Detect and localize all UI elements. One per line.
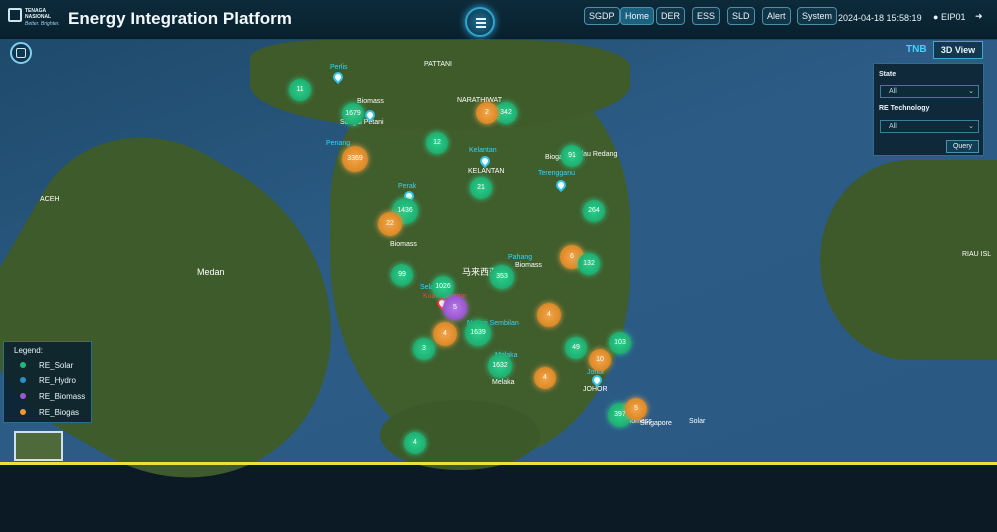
nav-alert[interactable]: Alert xyxy=(762,7,791,25)
user-icon: ● xyxy=(933,12,939,22)
cluster-marker[interactable]: 1639 xyxy=(465,320,491,346)
site-label-biomass-2: Biomass xyxy=(390,241,417,248)
logo-tagline: Better. Brighter. xyxy=(25,21,60,27)
cluster-marker[interactable]: 353 xyxy=(490,265,514,289)
cluster-marker[interactable]: 5 xyxy=(443,296,467,320)
site-label-biomass-3: Biomass xyxy=(515,262,542,269)
cluster-marker[interactable]: 1632 xyxy=(488,354,512,378)
layers-icon xyxy=(16,48,26,58)
user-menu[interactable]: ● EIP01 xyxy=(933,12,965,22)
cluster-marker[interactable]: 11 xyxy=(289,79,311,101)
cluster-marker[interactable]: 99 xyxy=(391,264,413,286)
cluster-marker[interactable]: 1026 xyxy=(432,276,454,298)
legend-swatch xyxy=(20,362,26,368)
site-label-kelantan: Kelantan xyxy=(469,147,497,154)
map-legend: Legend: RE_Solar RE_Hydro RE_Biomass RE_… xyxy=(3,341,92,423)
re-technology-select[interactable]: All ⌄ xyxy=(880,120,979,133)
query-button[interactable]: Query xyxy=(946,140,979,153)
app-title: Energy Integration Platform xyxy=(68,9,292,28)
re-technology-label: RE Technology xyxy=(879,105,930,112)
cluster-marker[interactable]: 22 xyxy=(378,212,402,236)
legend-swatch xyxy=(20,409,26,415)
re-technology-select-value: All xyxy=(889,123,897,130)
map-label-medan: Medan xyxy=(197,267,225,277)
map-label-johor: JOHOR xyxy=(583,386,608,393)
cluster-marker[interactable]: 49 xyxy=(565,337,587,359)
legend-label: RE_Biomass xyxy=(39,392,86,401)
site-label-pahang: Pahang xyxy=(508,254,533,261)
cluster-marker[interactable]: 4 xyxy=(537,303,561,327)
map-label-pattani: PATTANI xyxy=(424,61,452,68)
legend-title: Legend: xyxy=(14,346,43,355)
nav-system[interactable]: System xyxy=(797,7,838,25)
state-select[interactable]: All ⌄ xyxy=(880,85,979,98)
cluster-marker[interactable]: 3 xyxy=(413,338,435,360)
nav-home[interactable]: Home xyxy=(620,7,655,25)
cluster-marker[interactable]: 10 xyxy=(589,349,611,371)
legend-swatch xyxy=(20,377,26,383)
logo-mark-icon xyxy=(8,8,22,22)
tnb-view-toggle[interactable]: TNB xyxy=(906,44,927,55)
cluster-marker[interactable]: 4 xyxy=(534,367,556,389)
state-select-value: All xyxy=(889,88,897,95)
cluster-marker[interactable]: 3369 xyxy=(342,146,368,172)
land-borneo xyxy=(820,160,997,360)
map-label-narathiwat: NARATHIWAT xyxy=(457,97,502,104)
cluster-marker[interactable]: 132 xyxy=(578,253,600,275)
username: EIP01 xyxy=(940,12,966,22)
tnb-logo: TENAGA NASIONAL Better. Brighter. xyxy=(8,6,60,34)
layer-toggle-button[interactable] xyxy=(10,42,32,64)
cluster-marker[interactable]: 4 xyxy=(433,322,457,346)
site-label-perak: Perak xyxy=(398,183,417,190)
datetime: 2024-04-18 15:58:19 xyxy=(838,13,922,23)
map-label-melaka: Melaka xyxy=(492,379,515,386)
cluster-marker[interactable]: 91 xyxy=(561,145,583,167)
nav-sgdp[interactable]: SGDP xyxy=(584,7,620,25)
basemap-switcher-thumbnail[interactable] xyxy=(14,431,63,461)
map-label-riau: RIAU ISL xyxy=(962,251,992,258)
map-label-kelantan: KELANTAN xyxy=(468,168,505,175)
chevron-down-icon: ⌄ xyxy=(968,123,974,130)
cluster-marker[interactable]: 103 xyxy=(609,332,631,354)
logout-button[interactable]: ➜ xyxy=(975,11,983,22)
cluster-marker[interactable]: 5 xyxy=(625,398,647,420)
site-label-terengganu: Terengganu xyxy=(538,170,575,177)
cluster-marker[interactable]: 21 xyxy=(470,177,492,199)
legend-label: RE_Hydro xyxy=(39,376,76,385)
chevron-down-icon: ⌄ xyxy=(968,88,974,95)
view-3d-button[interactable]: 3D View xyxy=(933,41,983,59)
site-label-solar: Solar xyxy=(689,418,706,425)
cluster-marker[interactable]: 1679 xyxy=(342,103,364,125)
cluster-marker[interactable]: 2 xyxy=(476,102,498,124)
cluster-marker[interactable]: 12 xyxy=(426,132,448,154)
nav-ess[interactable]: ESS xyxy=(692,7,721,25)
logout-icon: ➜ xyxy=(975,11,983,21)
site-label-perlis: Perlis xyxy=(330,64,348,71)
cluster-marker[interactable]: 264 xyxy=(583,200,605,222)
legend-label: RE_Solar xyxy=(39,361,74,370)
site-label-penang: Penang xyxy=(326,140,351,147)
menu-icon xyxy=(476,18,486,20)
nav-der[interactable]: DER xyxy=(656,7,686,25)
logo-text-line2: NASIONAL xyxy=(25,14,52,20)
legend-swatch xyxy=(20,393,26,399)
land-south-sumatra xyxy=(380,400,540,470)
map-canvas[interactable]: PATTANI NARATHIWAT KELANTAN ACEH Medan M… xyxy=(0,40,997,532)
top-bar: TENAGA NASIONAL Better. Brighter. Energy… xyxy=(0,0,997,40)
site-label-biomass-1: Biomass xyxy=(357,98,384,105)
legend-label: RE_Biogas xyxy=(39,408,80,417)
nav-sld[interactable]: SLD xyxy=(727,7,755,25)
cluster-marker[interactable]: 4 xyxy=(404,432,426,454)
filter-panel: State All ⌄ RE Technology All ⌄ Query xyxy=(873,63,984,156)
cluster-marker[interactable]: 342 xyxy=(495,102,517,124)
state-label: State xyxy=(879,71,897,78)
map-label-aceh: ACEH xyxy=(40,196,60,203)
menu-hub-button[interactable] xyxy=(465,7,495,37)
